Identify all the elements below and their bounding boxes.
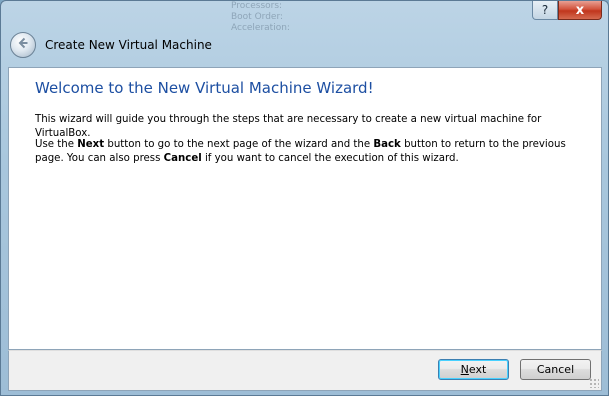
instructions-paragraph: Use the Next button to go to the next pa… xyxy=(35,138,595,166)
page-heading: Welcome to the New Virtual Machine Wizar… xyxy=(35,79,374,97)
next-keyword: Next xyxy=(77,139,105,150)
window-title: Create New Virtual Machine xyxy=(45,38,212,52)
next-label: ext xyxy=(468,363,487,376)
wizard-window: Processors: Boot Order: Acceleration: ? … xyxy=(0,0,609,396)
button-bar: Next Cancel xyxy=(8,350,602,391)
intro-paragraph: This wizard will guide you through the s… xyxy=(35,114,542,139)
cancel-keyword: Cancel xyxy=(163,153,202,164)
resize-grip[interactable] xyxy=(589,378,599,388)
next-mnemonic: N xyxy=(460,363,469,376)
back-arrow-icon xyxy=(16,36,30,54)
next-button[interactable]: Next xyxy=(438,359,509,380)
close-button[interactable]: x xyxy=(558,1,602,20)
ghost-line: Processors: xyxy=(231,1,283,11)
text-fragment: if you want to cancel the execution of t… xyxy=(201,153,459,164)
text-fragment: Use the xyxy=(35,139,78,150)
help-button[interactable]: ? xyxy=(532,1,558,20)
wizard-page: Welcome to the New Virtual Machine Wizar… xyxy=(8,67,602,350)
cancel-button[interactable]: Cancel xyxy=(520,359,591,380)
close-icon: x xyxy=(575,2,585,18)
back-keyword: Back xyxy=(373,139,401,150)
window-controls: ? x xyxy=(532,1,602,20)
back-button[interactable] xyxy=(10,32,36,58)
ghost-line: Boot Order: xyxy=(231,12,284,22)
wizard-header: Create New Virtual Machine xyxy=(8,27,603,63)
text-fragment: button to go to the next page of the wiz… xyxy=(104,139,374,150)
